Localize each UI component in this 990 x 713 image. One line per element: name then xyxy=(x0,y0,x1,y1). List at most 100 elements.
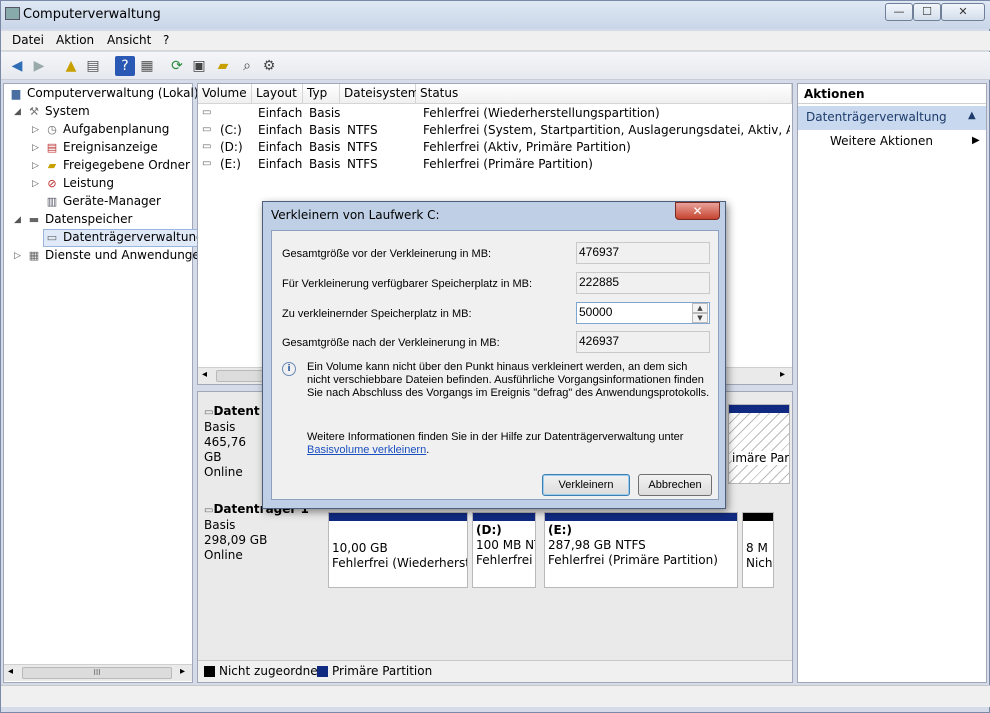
unallocated-bar xyxy=(743,513,773,521)
forward-icon[interactable]: ▶ xyxy=(29,56,49,76)
cell-status: Fehlerfrei (Aktiv, Primäre Partition) xyxy=(423,140,631,154)
cell-typ: Basis xyxy=(309,106,341,120)
action-weitere-aktionen[interactable]: Weitere Aktionen ▶ xyxy=(830,134,980,152)
primary-partition-bar xyxy=(473,513,535,521)
tree-item-ereignisanzeige[interactable]: ▷ ▤ Ereignisanzeige xyxy=(32,140,158,158)
primary-partition-bar xyxy=(329,513,467,521)
properties-icon[interactable]: ▣ xyxy=(189,56,209,76)
column-header-typ[interactable]: Typ xyxy=(303,84,340,104)
shrink-dialog: Verkleinern von Laufwerk C: ✕ Gesamtgröß… xyxy=(262,201,726,509)
tree-item-dienste[interactable]: ▷ ▦ Dienste und Anwendungen xyxy=(14,248,207,266)
tree-item-freigegebene-ordner[interactable]: ▷ ▰ Freigegebene Ordner xyxy=(32,158,190,176)
cell-fs: NTFS xyxy=(347,140,378,154)
collapse-up-icon[interactable]: ▲ xyxy=(968,110,976,121)
collapse-arrow-icon[interactable]: ◢ xyxy=(14,215,26,225)
open-folder-icon[interactable]: ▰ xyxy=(213,56,233,76)
scroll-right-icon[interactable]: ▸ xyxy=(780,369,785,380)
expand-arrow-icon[interactable]: ▷ xyxy=(32,179,44,189)
total-before-label: Gesamtgröße vor der Verkleinerung in MB: xyxy=(282,248,492,260)
cancel-button[interactable]: Abbrechen xyxy=(638,474,712,496)
disk-size: 298,09 GB xyxy=(204,533,268,547)
maximize-button[interactable]: ☐ xyxy=(913,3,941,21)
dialog-close-button[interactable]: ✕ xyxy=(675,202,720,220)
disk-0-label[interactable]: ▭Datent Basis 465,76 GB Online xyxy=(204,404,264,480)
tree-item-system[interactable]: ◢ ⚒ System xyxy=(14,104,90,122)
menu-datei[interactable]: Datei xyxy=(12,33,44,47)
tree-item-datentraegerverwaltung[interactable]: ▭ Datenträgerverwaltung xyxy=(43,229,207,247)
collapse-arrow-icon[interactable]: ◢ xyxy=(14,107,26,117)
up-folder-icon[interactable]: ▲ xyxy=(61,56,81,76)
legend: Nicht zugeordnet Primäre Partition xyxy=(198,660,792,682)
cell-layout: Einfach xyxy=(258,157,303,171)
partition-status: Fehlerfrei (Primäre Partition) xyxy=(548,553,718,567)
tree-item-label: System xyxy=(45,104,90,118)
minimize-button[interactable]: — xyxy=(885,3,913,21)
search-icon[interactable]: ⌕ xyxy=(237,56,257,76)
cell-fs: NTFS xyxy=(347,157,378,171)
scroll-left-icon[interactable]: ◂ xyxy=(8,666,13,677)
tree-horizontal-scrollbar[interactable]: ◂ III ▸ xyxy=(4,664,192,681)
total-after-label: Gesamtgröße nach der Verkleinerung in MB… xyxy=(282,337,500,349)
tree-item-computer[interactable]: ▆ Computerverwaltung (Lokal) xyxy=(8,86,199,104)
column-header-layout[interactable]: Layout xyxy=(252,84,303,104)
menu-aktion[interactable]: Aktion xyxy=(56,33,94,47)
disk-1-label[interactable]: ▭Datenträger 1 Basis 298,09 GB Online xyxy=(204,502,324,563)
legend-primary: Primäre Partition xyxy=(332,664,433,678)
close-button[interactable]: ✕ xyxy=(941,3,985,21)
scroll-thumb[interactable]: III xyxy=(22,667,172,679)
table-row[interactable]: ▭ (D:) Einfach Basis NTFS Fehlerfrei (Ak… xyxy=(202,140,790,157)
partition-size: 8 M xyxy=(746,541,768,555)
partition-status: Nich xyxy=(746,556,773,570)
help-link[interactable]: Basisvolume verkleinern xyxy=(307,444,426,456)
back-icon[interactable]: ◀ xyxy=(7,56,27,76)
menu-help[interactable]: ? xyxy=(163,33,169,47)
expand-arrow-icon[interactable]: ▷ xyxy=(14,251,26,261)
tree-item-aufgabenplanung[interactable]: ▷ ◷ Aufgabenplanung xyxy=(32,122,169,140)
volume-icon: ▭ xyxy=(202,107,212,118)
services-icon: ▦ xyxy=(28,249,40,262)
volume-icon: ▭ xyxy=(202,124,212,135)
primary-partition-bar xyxy=(729,405,789,413)
tree-item-geraete-manager[interactable]: ▥ Geräte-Manager xyxy=(44,194,161,212)
partition-e[interactable]: (E:) 287,98 GB NTFS Fehlerfrei (Primäre … xyxy=(544,512,738,588)
expand-arrow-icon[interactable]: ▷ xyxy=(32,143,44,153)
spin-down-icon[interactable]: ▼ xyxy=(692,313,708,323)
expand-arrow-icon[interactable]: ▷ xyxy=(32,125,44,135)
partition-c-selected[interactable]: imäre Par xyxy=(728,404,790,484)
column-header-status[interactable]: Status xyxy=(416,84,792,104)
tree-item-leistung[interactable]: ▷ ⊘ Leistung xyxy=(32,176,114,194)
column-header-dateisystem[interactable]: Dateisystem xyxy=(340,84,419,104)
scroll-left-icon[interactable]: ◂ xyxy=(202,369,207,380)
shrink-amount-label: Zu verkleinernder Speicherplatz in MB: xyxy=(282,308,472,320)
column-header-volume[interactable]: Volume xyxy=(198,84,252,104)
partition-unallocated[interactable]: 8 M Nich xyxy=(742,512,774,588)
shrink-amount-input[interactable]: 50000 xyxy=(576,302,710,324)
expand-arrow-icon[interactable]: ▷ xyxy=(32,161,44,171)
settings-icon[interactable]: ⚙ xyxy=(259,56,279,76)
info-text: Ein Volume kann nicht über den Punkt hin… xyxy=(307,361,710,399)
refresh-icon[interactable]: ⟳ xyxy=(167,56,187,76)
spin-up-icon[interactable]: ▲ xyxy=(692,303,708,313)
shrink-button[interactable]: Verkleinern xyxy=(542,474,630,496)
cell-typ: Basis xyxy=(309,140,341,154)
menu-ansicht[interactable]: Ansicht xyxy=(107,33,151,47)
info-icon: i xyxy=(282,362,296,376)
partition-d[interactable]: (D:) 100 MB NT Fehlerfrei ( xyxy=(472,512,536,588)
partition-title: (E:) xyxy=(548,523,572,537)
action-label: Weitere Aktionen xyxy=(830,134,933,148)
cell-fs: NTFS xyxy=(347,123,378,137)
actions-section-datentraegerverwaltung[interactable]: Datenträgerverwaltung ▲ xyxy=(798,106,986,130)
help-icon[interactable]: ? xyxy=(115,56,135,76)
scroll-right-icon[interactable]: ▸ xyxy=(180,666,185,677)
toolbar: ◀ ▶ ▲ ▤ ? ▦ ⟳ ▣ ▰ ⌕ ⚙ xyxy=(1,52,990,80)
tree-item-label: Ereignisanzeige xyxy=(63,140,158,154)
table-row[interactable]: ▭ (C:) Einfach Basis NTFS Fehlerfrei (Sy… xyxy=(202,123,790,140)
window-title: Computerverwaltung xyxy=(23,7,161,22)
table-row[interactable]: ▭ Einfach Basis Fehlerfrei (Wiederherste… xyxy=(202,106,790,123)
table-row[interactable]: ▭ (E:) Einfach Basis NTFS Fehlerfrei (Pr… xyxy=(202,157,790,174)
partition-recovery[interactable]: 10,00 GB Fehlerfrei (Wiederherstel xyxy=(328,512,468,588)
tree-item-datenspeicher[interactable]: ◢ ▬ Datenspeicher xyxy=(14,212,132,230)
cell-volume: (D:) xyxy=(220,140,243,154)
view-icon[interactable]: ▦ xyxy=(137,56,157,76)
show-hide-tree-icon[interactable]: ▤ xyxy=(83,56,103,76)
